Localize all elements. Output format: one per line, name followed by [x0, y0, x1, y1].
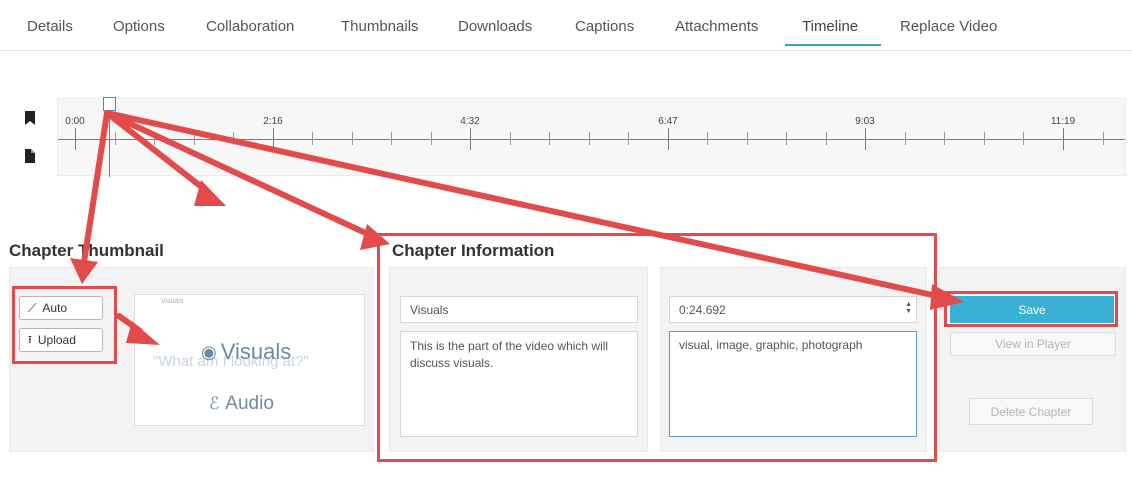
- timeline-minor-tick: [905, 132, 906, 145]
- timeline-minor-tick: [628, 132, 629, 145]
- timeline-minor-tick: [510, 132, 511, 145]
- file-icon: [25, 149, 35, 163]
- delete-chapter-button[interactable]: Delete Chapter: [969, 398, 1093, 425]
- timeline-minor-tick: [707, 132, 708, 145]
- tab-collaboration[interactable]: Collaboration: [206, 18, 294, 35]
- timeline-minor-tick: [312, 132, 313, 145]
- timeline-minor-tick: [1023, 132, 1024, 145]
- save-button[interactable]: Save: [950, 296, 1114, 323]
- arrowhead-chapter-info: [360, 224, 390, 250]
- timeline-major-tick: [273, 128, 274, 150]
- magic-wand-icon: ⟋: [28, 300, 37, 315]
- timeline-minor-tick: [431, 132, 432, 145]
- upload-label: Upload: [37, 333, 76, 347]
- thumbnail-preview: Visuals "What am I looking at?" ◉ Visual…: [134, 294, 365, 426]
- preview-visuals: ◉ Visuals: [201, 339, 291, 365]
- timeline-minor-tick: [194, 132, 195, 145]
- timeline-major-tick: [75, 128, 76, 150]
- timeline-tick-label: 6:47: [658, 116, 678, 127]
- timeline-minor-tick: [589, 132, 590, 145]
- tab-captions[interactable]: Captions: [575, 18, 634, 35]
- chapter-time-value: 0:24.692: [679, 303, 726, 317]
- auto-label: Auto: [42, 301, 68, 315]
- tab-timeline[interactable]: Timeline: [802, 18, 858, 35]
- time-spinner-icon[interactable]: ▲ ▼: [905, 301, 912, 315]
- tab-thumbnails[interactable]: Thumbnails: [341, 18, 419, 35]
- arrowhead-preview: [194, 180, 226, 206]
- timeline-tick-label: 2:16: [263, 116, 283, 127]
- add-chapter-button[interactable]: [8, 100, 52, 136]
- upload-thumbnail-button[interactable]: ⭱ Upload: [19, 328, 103, 352]
- timeline-major-tick: [865, 128, 866, 150]
- eye-icon: ◉: [201, 341, 217, 362]
- preview-small-text: Visuals: [161, 298, 184, 305]
- timeline-major-tick: [470, 128, 471, 150]
- bookmark-icon: [25, 111, 35, 125]
- preview-title: Visuals: [220, 339, 292, 364]
- timeline-tick-label: 4:32: [460, 116, 480, 127]
- timeline-major-tick: [1063, 128, 1064, 150]
- playhead-handle[interactable]: [103, 97, 116, 111]
- timeline-minor-tick: [391, 132, 392, 145]
- timeline-minor-tick: [1103, 132, 1104, 145]
- timeline-axis: [58, 139, 1125, 140]
- chapter-title-input[interactable]: Visuals: [400, 296, 638, 323]
- preview-audio-label: Audio: [225, 393, 274, 414]
- timeline-minor-tick: [984, 132, 985, 145]
- timeline-minor-tick: [233, 132, 234, 145]
- timeline-minor-tick: [826, 132, 827, 145]
- timeline-minor-tick: [786, 132, 787, 145]
- timeline-minor-tick: [747, 132, 748, 145]
- chapter-thumbnail-heading: Chapter Thumbnail: [9, 241, 164, 260]
- timeline-minor-tick: [549, 132, 550, 145]
- timeline-minor-tick: [154, 132, 155, 145]
- auto-thumbnail-button[interactable]: ⟋ Auto: [19, 296, 103, 320]
- view-in-player-button[interactable]: View in Player: [950, 332, 1116, 356]
- active-tab-indicator: [785, 44, 881, 46]
- timeline-minor-tick: [352, 132, 353, 145]
- tab-replace-video[interactable]: Replace Video: [900, 18, 997, 35]
- timeline-tick-label: 11:19: [1050, 116, 1076, 127]
- upload-icon: ⭱: [28, 333, 32, 346]
- timeline-tick-label: 0:00: [65, 116, 85, 127]
- timeline-minor-tick: [944, 132, 945, 145]
- tab-options[interactable]: Options: [113, 18, 165, 35]
- tab-attachments[interactable]: Attachments: [675, 18, 758, 35]
- tab-details[interactable]: Details: [27, 18, 73, 35]
- chapter-keywords-textarea[interactable]: visual, image, graphic, photograph: [669, 331, 917, 437]
- chapter-information-heading: Chapter Information: [392, 241, 555, 260]
- chapter-description-textarea[interactable]: This is the part of the video which will…: [400, 331, 638, 437]
- tab-downloads[interactable]: Downloads: [458, 18, 532, 35]
- preview-audio: ℰ Audio: [209, 393, 274, 415]
- ear-icon: ℰ: [209, 394, 220, 413]
- add-attachment-button[interactable]: [8, 138, 52, 174]
- chapter-time-input[interactable]: 0:24.692 ▲ ▼: [669, 296, 917, 323]
- timeline-track[interactable]: 0:00 2:16 4:32 6:47 9:03 11:19: [57, 97, 1126, 177]
- tab-bar: Details Options Collaboration Thumbnails…: [0, 0, 1132, 51]
- timeline-major-tick: [668, 128, 669, 150]
- timeline-tick-label: 9:03: [855, 116, 875, 127]
- timeline-minor-tick: [115, 132, 116, 145]
